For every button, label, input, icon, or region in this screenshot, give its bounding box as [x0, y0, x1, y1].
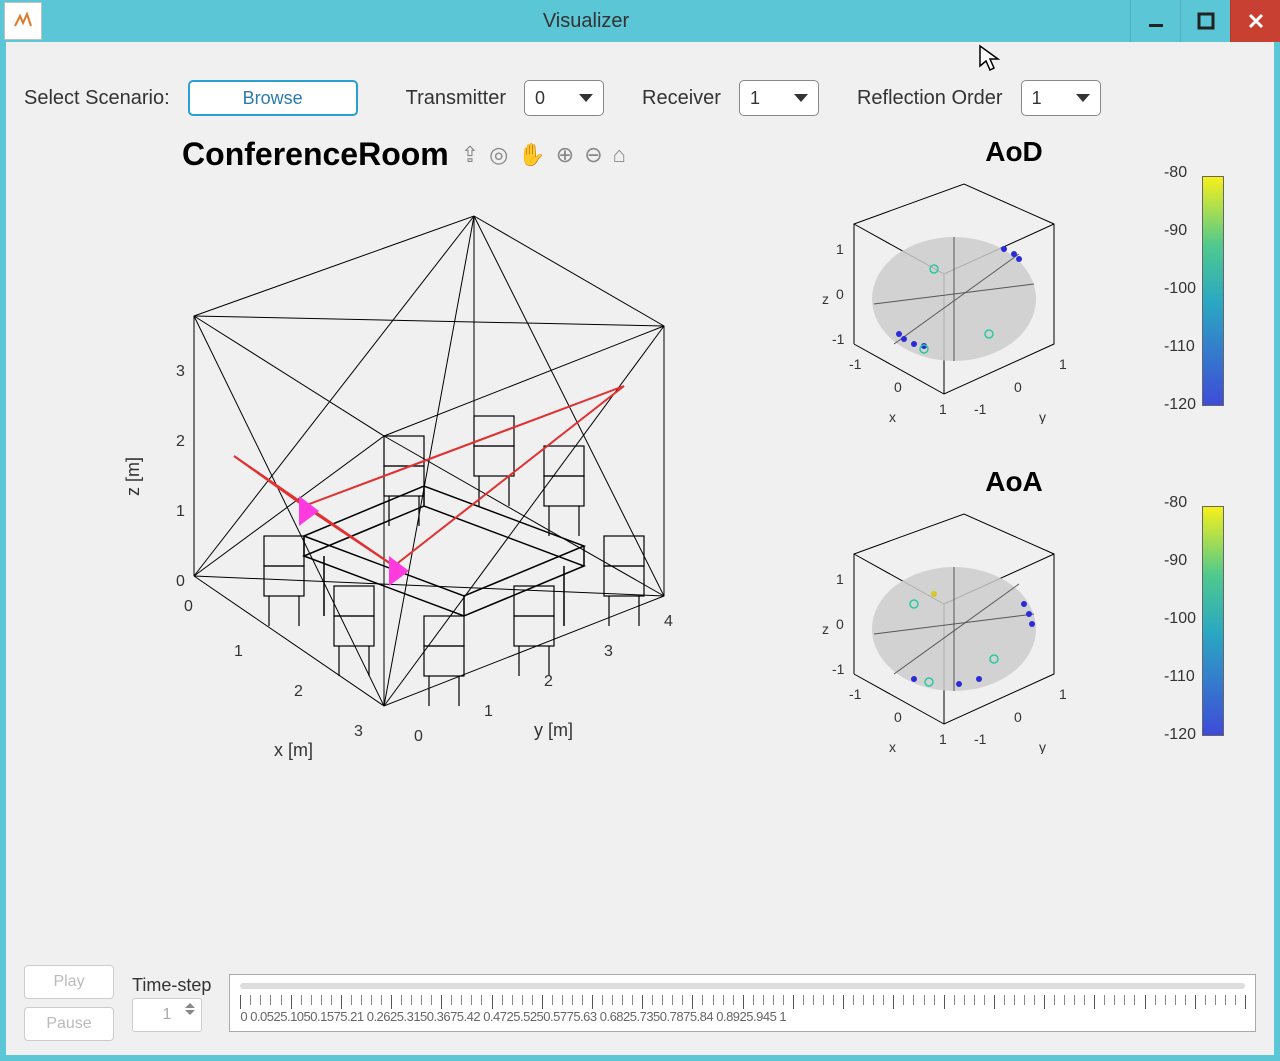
svg-text:0: 0: [176, 573, 185, 590]
content-area: Select Scenario: Browse Transmitter 0 Re…: [6, 42, 1274, 1055]
svg-text:1: 1: [1059, 356, 1067, 372]
svg-text:x: x: [889, 409, 896, 424]
svg-text:-1: -1: [832, 661, 845, 677]
svg-text:-1: -1: [832, 331, 845, 347]
spinner-up-icon[interactable]: [185, 1003, 195, 1008]
plot-toolbar: ⇪ ◎ ✋ ⊕ ⊖ ⌂: [461, 142, 626, 168]
aod-title: AoD: [804, 136, 1224, 168]
svg-text:3: 3: [604, 643, 613, 660]
app-icon: [4, 2, 42, 40]
transmitter-select[interactable]: 0: [524, 80, 604, 116]
cursor-icon: [978, 44, 1002, 74]
aod-colorbar-labels: -80 -90 -100 -110 -120: [1164, 164, 1196, 414]
browse-button[interactable]: Browse: [188, 80, 358, 116]
scenario-label: Select Scenario:: [24, 87, 170, 110]
chevron-down-icon: [579, 94, 593, 102]
reflection-value: 1: [1032, 88, 1042, 109]
reflection-select[interactable]: 1: [1021, 80, 1101, 116]
transmitter-value: 0: [535, 88, 545, 109]
zoom-out-icon[interactable]: ⊖: [584, 142, 602, 168]
svg-text:-1: -1: [849, 356, 862, 372]
controls-row: Select Scenario: Browse Transmitter 0 Re…: [24, 60, 1256, 128]
export-icon[interactable]: ⇪: [461, 142, 479, 168]
svg-text:1: 1: [939, 401, 947, 417]
svg-text:z [m]: z [m]: [123, 457, 143, 496]
aod-plot[interactable]: AoD 1 0 -1 -1 0 1 -1: [804, 136, 1224, 446]
svg-text:z: z: [822, 621, 829, 637]
svg-text:3: 3: [176, 363, 185, 380]
receiver-select[interactable]: 1: [739, 80, 819, 116]
svg-text:1: 1: [836, 571, 844, 587]
svg-text:1: 1: [176, 503, 185, 520]
svg-text:0: 0: [414, 728, 423, 745]
receiver-value: 1: [750, 88, 760, 109]
main-plot[interactable]: ConferenceRoom ⇪ ◎ ✋ ⊕ ⊖ ⌂: [24, 136, 784, 796]
reflection-label: Reflection Order: [857, 87, 1003, 110]
chevron-down-icon: [794, 94, 808, 102]
svg-text:-1: -1: [974, 731, 987, 747]
home-icon[interactable]: ⌂: [613, 142, 626, 168]
aoa-plot[interactable]: AoA 1 0 -1 -1 0 1: [804, 466, 1224, 776]
bottom-bar: Play Pause Time-step 1 0 0.0525.1050.157…: [24, 965, 1256, 1041]
svg-text:0: 0: [836, 286, 844, 302]
svg-text:y: y: [1039, 739, 1046, 754]
titlebar: Visualizer: [0, 0, 1280, 42]
svg-text:2: 2: [176, 433, 185, 450]
svg-text:y: y: [1039, 409, 1046, 424]
svg-text:0: 0: [1014, 379, 1022, 395]
main-axes[interactable]: 0 1 2 3 0 1 2 3 0 1 2 3 4 x [m] y [m] z …: [84, 176, 774, 776]
close-button[interactable]: [1230, 0, 1280, 42]
minimize-button[interactable]: [1130, 0, 1180, 42]
chevron-down-icon: [1076, 94, 1090, 102]
svg-text:2: 2: [294, 683, 303, 700]
ruler-labels: 0 0.0525.1050.1575.21 0.2625.3150.3675.4…: [240, 1009, 1245, 1024]
svg-text:0: 0: [894, 709, 902, 725]
svg-text:0: 0: [836, 616, 844, 632]
svg-text:1: 1: [234, 643, 243, 660]
svg-text:x: x: [889, 739, 896, 754]
svg-text:z: z: [822, 291, 829, 307]
svg-text:-1: -1: [974, 401, 987, 417]
pause-button[interactable]: Pause: [24, 1007, 114, 1041]
timestep-spinner[interactable]: 1: [132, 998, 202, 1032]
svg-text:0: 0: [1014, 709, 1022, 725]
aoa-colorbar: [1202, 506, 1224, 736]
aoa-title: AoA: [804, 466, 1224, 498]
transmitter-label: Transmitter: [406, 87, 506, 110]
svg-text:1: 1: [1059, 686, 1067, 702]
svg-text:0: 0: [894, 379, 902, 395]
maximize-button[interactable]: [1180, 0, 1230, 42]
svg-text:1: 1: [484, 703, 493, 720]
play-button[interactable]: Play: [24, 965, 114, 999]
pan-icon[interactable]: ✋: [518, 142, 545, 168]
svg-text:2: 2: [544, 673, 553, 690]
timestep-value: 1: [163, 1006, 172, 1024]
svg-text:4: 4: [664, 613, 673, 630]
svg-text:1: 1: [939, 731, 947, 747]
svg-text:0: 0: [184, 598, 193, 615]
svg-text:x [m]: x [m]: [274, 740, 313, 760]
svg-text:1: 1: [836, 241, 844, 257]
zoom-in-icon[interactable]: ⊕: [556, 142, 574, 168]
main-plot-title: ConferenceRoom: [182, 136, 449, 173]
aoa-colorbar-labels: -80 -90 -100 -110 -120: [1164, 494, 1196, 744]
svg-text:3: 3: [354, 723, 363, 740]
spinner-down-icon[interactable]: [185, 1010, 195, 1015]
timestep-slider[interactable]: 0 0.0525.1050.1575.21 0.2625.3150.3675.4…: [229, 974, 1256, 1032]
rotate-icon[interactable]: ◎: [489, 142, 508, 168]
svg-text:-1: -1: [849, 686, 862, 702]
receiver-label: Receiver: [642, 87, 721, 110]
aod-colorbar: [1202, 176, 1224, 406]
window-title: Visualizer: [42, 10, 1130, 33]
timestep-label: Time-step: [132, 975, 211, 996]
svg-text:y [m]: y [m]: [534, 720, 573, 740]
